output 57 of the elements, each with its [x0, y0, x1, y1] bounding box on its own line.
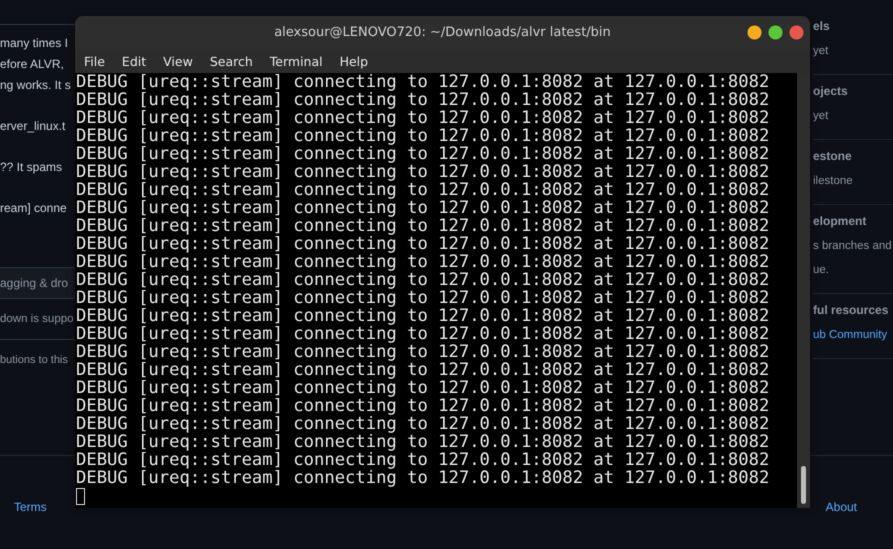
terminal-line: DEBUG [ureq::stream] connecting to 127.0.0.1:8082 at 127.0.0.1:8082 — [76, 127, 770, 145]
window-title: alexsour@LENOVO720: ~/Downloads/alvr latest/bin — [274, 25, 611, 40]
footer-link[interactable]: About — [826, 500, 857, 514]
sidebar-link[interactable]: ub Community — [813, 326, 893, 344]
scrollbar-thumb[interactable] — [801, 466, 806, 504]
terminal-line: DEBUG [ureq::stream] connecting to 127.0.0.1:8082 at 127.0.0.1:8082 — [76, 163, 770, 181]
terminal-line: DEBUG [ureq::stream] connecting to 127.0.0.1:8082 at 127.0.0.1:8082 — [76, 433, 770, 451]
menu-item[interactable]: Search — [204, 54, 261, 68]
sidebar-text: yet — [813, 109, 830, 124]
terminal-line: DEBUG [ureq::stream] connecting to 127.0.0.1:8082 at 127.0.0.1:8082 — [76, 325, 770, 343]
terminal-line: DEBUG [ureq::stream] connecting to 127.0.0.1:8082 at 127.0.0.1:8082 — [76, 307, 770, 325]
sidebar-heading: ojects — [813, 83, 849, 100]
sidebar-heading: elopment — [813, 213, 868, 230]
comment-text: erver_linux.t — [0, 118, 66, 135]
attach-hint-bar[interactable]: agging & dro — [0, 268, 75, 299]
sidebar-text: ue. — [813, 263, 830, 278]
terminal-line: DEBUG [ureq::stream] connecting to 127.0.0.1:8082 at 127.0.0.1:8082 — [76, 415, 770, 433]
menu-item[interactable]: Help — [334, 54, 376, 68]
minimize-icon[interactable] — [747, 25, 762, 40]
sidebar-heading: ful resources — [813, 302, 890, 319]
terminal-line: DEBUG [ureq::stream] connecting to 127.0.0.1:8082 at 127.0.0.1:8082 — [76, 397, 770, 415]
menu-item[interactable]: Terminal — [264, 54, 331, 68]
comment-text: many times I — [0, 35, 68, 52]
terminal-line: DEBUG [ureq::stream] connecting to 127.0.0.1:8082 at 127.0.0.1:8082 — [76, 73, 770, 91]
terminal-line: DEBUG [ureq::stream] connecting to 127.0.0.1:8082 at 127.0.0.1:8082 — [76, 379, 770, 397]
menu-item[interactable]: View — [158, 54, 201, 68]
menu-item[interactable]: File — [79, 54, 113, 68]
sidebar-text: s branches and — [813, 239, 893, 254]
terminal-line: DEBUG [ureq::stream] connecting to 127.0.0.1:8082 at 127.0.0.1:8082 — [76, 109, 770, 127]
footer-link[interactable]: Terms — [14, 500, 47, 514]
text-cursor — [76, 488, 85, 505]
terminal-line: DEBUG [ureq::stream] connecting to 127.0.0.1:8082 at 127.0.0.1:8082 — [76, 469, 770, 487]
terminal-line: DEBUG [ureq::stream] connecting to 127.0.0.1:8082 at 127.0.0.1:8082 — [76, 199, 770, 217]
terminal-line: DEBUG [ureq::stream] connecting to 127.0.0.1:8082 at 127.0.0.1:8082 — [76, 91, 770, 109]
terminal-line: DEBUG [ureq::stream] connecting to 127.0.0.1:8082 at 127.0.0.1:8082 — [76, 145, 770, 163]
sidebar-text: ilestone — [813, 174, 854, 189]
comment-text: ream] conne — [0, 200, 67, 217]
comment-editor[interactable]: many times I efore ALVR, ng works. It s erver_linux.t ?? It spams ream] conne — [0, 24, 75, 268]
terminal-line: DEBUG [ureq::stream] connecting to 127.0.0.1:8082 at 127.0.0.1:8082 — [76, 361, 770, 379]
sidebar-text: yet — [813, 44, 830, 59]
comment-text: efore ALVR, — [0, 56, 64, 73]
maximize-icon[interactable] — [768, 25, 783, 40]
terminal-line: DEBUG [ureq::stream] connecting to 127.0.0.1:8082 at 127.0.0.1:8082 — [76, 181, 770, 199]
terminal-line: DEBUG [ureq::stream] connecting to 127.0.0.1:8082 at 127.0.0.1:8082 — [76, 235, 770, 253]
close-icon[interactable] — [789, 25, 804, 40]
menu-item[interactable]: Edit — [116, 54, 154, 68]
sidebar-heading: els — [813, 18, 831, 35]
terminal-line: DEBUG [ureq::stream] connecting to 127.0.0.1:8082 at 127.0.0.1:8082 — [76, 289, 770, 307]
terminal-line: DEBUG [ureq::stream] connecting to 127.0.0.1:8082 at 127.0.0.1:8082 — [76, 253, 770, 271]
terminal-line: DEBUG [ureq::stream] connecting to 127.0.0.1:8082 at 127.0.0.1:8082 — [76, 217, 770, 235]
terminal-line: DEBUG [ureq::stream] connecting to 127.0.0.1:8082 at 127.0.0.1:8082 — [76, 451, 770, 469]
comment-text: ng works. It s — [0, 77, 71, 94]
terminal-line: DEBUG [ureq::stream] connecting to 127.0.0.1:8082 at 127.0.0.1:8082 — [76, 343, 770, 361]
terminal-line: DEBUG [ureq::stream] connecting to 127.0.0.1:8082 at 127.0.0.1:8082 — [76, 271, 770, 289]
comment-text: ?? It spams — [0, 159, 62, 176]
contribution-note: butions to this — [0, 353, 69, 368]
sidebar-heading: estone — [813, 148, 853, 165]
